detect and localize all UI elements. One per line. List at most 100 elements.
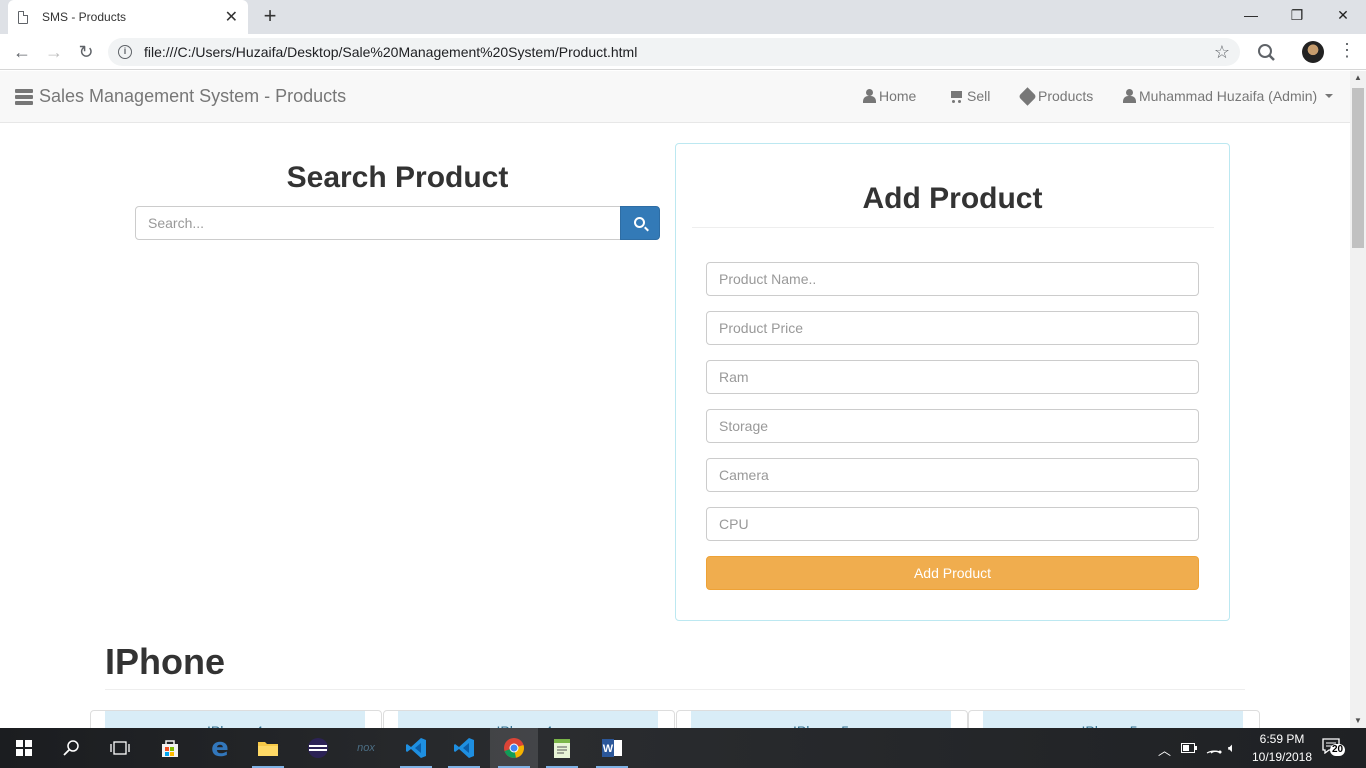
nav-sell-label: Sell (967, 88, 991, 104)
nav-sell[interactable]: Sell (949, 88, 990, 104)
search-section-title: Search Product (286, 161, 509, 194)
svg-text:W: W (603, 743, 614, 755)
windows-taskbar: e nox W ︿ 🔈︎ 6:59 PM 10/19/2018 20 (0, 728, 1366, 768)
tab-close-button[interactable]: ✕ (225, 7, 238, 27)
edge-icon: e (211, 733, 229, 763)
store-bag-icon (162, 740, 178, 757)
eclipse-app-button[interactable] (294, 728, 342, 768)
edge-app-button[interactable]: e (196, 728, 244, 768)
add-product-button[interactable]: Add Product (706, 556, 1199, 590)
divider (692, 227, 1214, 228)
task-view-icon (110, 741, 130, 755)
add-product-title: Add Product (862, 182, 1043, 215)
info-icon[interactable]: i (118, 45, 132, 59)
product-card[interactable]: IPhone 4 (90, 710, 382, 728)
back-icon[interactable]: ← (10, 40, 34, 64)
file-explorer-app-button[interactable] (244, 728, 292, 768)
scrollbar-thumb[interactable] (1352, 88, 1364, 248)
storage-field[interactable] (706, 409, 1199, 443)
notepad-icon (554, 739, 570, 758)
tab-title: SMS - Products (42, 10, 127, 24)
notepad-app-button[interactable] (538, 728, 586, 768)
product-card-title: IPhone 4 (105, 711, 365, 728)
divider (105, 689, 1245, 690)
search-input[interactable] (135, 206, 621, 240)
start-button[interactable] (0, 728, 48, 768)
product-card[interactable]: IPhone 5s (968, 710, 1260, 728)
user-icon (863, 89, 876, 103)
product-price-field[interactable] (706, 311, 1199, 345)
list-icon (15, 88, 33, 105)
product-card-title: IPhone 5 (691, 711, 951, 728)
word-app-button[interactable]: W (588, 728, 636, 768)
brand-label: Sales Management System - Products (39, 86, 347, 106)
volume-icon[interactable]: 🔈︎ (1228, 740, 1236, 756)
bookmark-star-icon[interactable]: ☆ (1214, 42, 1230, 63)
address-bar[interactable]: i file:///C:/Users/Huzaifa/Desktop/Sale%… (108, 38, 1240, 66)
vscode-icon (406, 738, 426, 758)
add-product-panel: Add Product Add Product (675, 143, 1230, 621)
page-viewport: Sales Management System - Products Home … (0, 71, 1350, 728)
document-icon (18, 10, 28, 24)
action-center-button[interactable]: 20 (1322, 738, 1346, 758)
new-tab-button[interactable]: + (258, 4, 282, 28)
user-menu-label: Muhammad Huzaifa (Admin) (1139, 88, 1318, 104)
battery-icon[interactable] (1181, 743, 1197, 753)
forward-icon[interactable]: → (42, 40, 66, 64)
product-name-field[interactable] (706, 262, 1199, 296)
caret-down-icon (1325, 94, 1334, 98)
wifi-icon[interactable] (1206, 740, 1222, 754)
nav-products[interactable]: Products (1018, 86, 1094, 106)
scroll-up-icon[interactable]: ▲ (1350, 71, 1366, 85)
product-card[interactable]: IPhone 4s (383, 710, 675, 728)
search-icon (633, 216, 645, 228)
user-menu-dropdown[interactable]: Muhammad Huzaifa (Admin) (1123, 88, 1334, 104)
browser-menu-icon[interactable]: ⋮ (1338, 40, 1356, 61)
store-app-button[interactable] (146, 728, 194, 768)
clock-time[interactable]: 6:59 PM (1250, 732, 1314, 746)
product-card-title: IPhone 4s (398, 711, 658, 728)
cpu-field[interactable] (706, 507, 1199, 541)
task-view-button[interactable] (96, 728, 144, 768)
browser-tab[interactable]: SMS - Products ✕ (8, 0, 248, 34)
show-hidden-icons-icon[interactable]: ︿ (1158, 740, 1171, 759)
word-icon: W (602, 739, 622, 757)
url-text[interactable]: file:///C:/Users/Huzaifa/Desktop/Sale%20… (144, 44, 1214, 60)
nox-app-button[interactable]: nox (342, 728, 390, 768)
profile-avatar[interactable] (1302, 41, 1324, 63)
cart-icon (949, 90, 963, 103)
chrome-app-button[interactable] (490, 728, 538, 768)
windows-logo-icon (16, 740, 32, 756)
page-scrollbar[interactable]: ▲ ▼ (1350, 71, 1366, 728)
navbar-brand[interactable]: Sales Management System - Products (15, 86, 346, 107)
site-navbar: Sales Management System - Products Home … (0, 71, 1350, 123)
tag-icon (1018, 86, 1037, 106)
nav-home[interactable]: Home (863, 88, 916, 104)
product-card-title: IPhone 5s (983, 711, 1243, 728)
minimize-button[interactable]: — (1228, 0, 1274, 30)
camera-field[interactable] (706, 458, 1199, 492)
vscode-app-button[interactable] (392, 728, 440, 768)
product-card[interactable]: IPhone 5 (676, 710, 968, 728)
close-window-button[interactable]: ✕ (1320, 0, 1366, 30)
clock-date[interactable]: 10/19/2018 (1248, 750, 1316, 764)
eclipse-icon (308, 738, 328, 758)
restore-button[interactable]: ❐ (1274, 0, 1320, 30)
vscode-icon (454, 738, 474, 758)
reload-icon[interactable]: ↻ (74, 40, 98, 64)
search-button[interactable] (620, 206, 660, 240)
chrome-icon (504, 738, 524, 758)
user-icon (1123, 89, 1136, 103)
category-title: IPhone (105, 641, 226, 682)
ram-field[interactable] (706, 360, 1199, 394)
search-icon (63, 740, 79, 756)
nav-home-label: Home (879, 88, 917, 104)
nox-icon: nox (357, 742, 375, 754)
folder-icon (258, 742, 278, 756)
search-taskbar-button[interactable] (48, 728, 96, 768)
nav-products-label: Products (1038, 88, 1094, 104)
vscode-app-button-2[interactable] (440, 728, 488, 768)
browser-toolbar: ← → ↻ i file:///C:/Users/Huzaifa/Desktop… (0, 34, 1366, 70)
scroll-down-icon[interactable]: ▼ (1350, 714, 1366, 728)
extension-icon[interactable] (1256, 42, 1276, 62)
